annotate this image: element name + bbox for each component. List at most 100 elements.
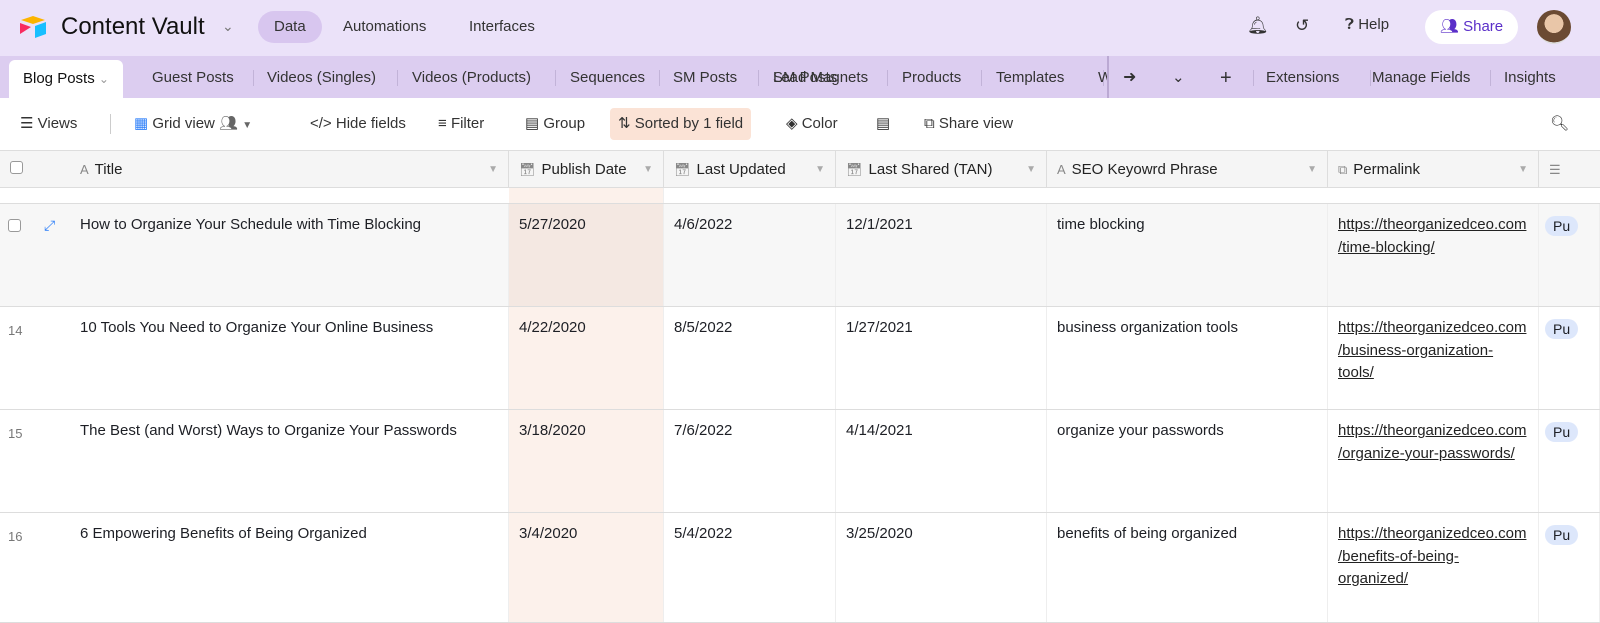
cell-title[interactable]: How to Organize Your Schedule with Time … <box>70 204 509 306</box>
help-label: Help <box>1358 16 1390 33</box>
cell-shared[interactable]: 1/27/2021 <box>836 307 1047 409</box>
table-row[interactable]: 16 6 Empowering Benefits of Being Organiz… <box>0 513 1600 623</box>
column-header-title[interactable]: A Title ▼ <box>70 150 509 188</box>
cell-updated[interactable]: 7/6/2022 <box>664 410 836 512</box>
nav-data[interactable]: Data <box>258 11 322 43</box>
grid-view-button[interactable]: ▦ Grid view 👥︎ ▼ <box>126 108 260 140</box>
cell-title[interactable]: 6 Empowering Benefits of Being Organized <box>70 513 509 622</box>
people-icon: 👥︎ <box>1439 18 1459 35</box>
column-header-permalink[interactable]: ⧉ Permalink ▼ <box>1328 150 1539 188</box>
scroll-right-icon[interactable]: ➜ <box>1123 56 1136 98</box>
insights-button[interactable]: Insights <box>1504 56 1556 98</box>
history-icon[interactable]: ↺ <box>1295 16 1309 36</box>
cell-seo[interactable]: benefits of being organized <box>1047 513 1328 622</box>
select-field-icon: ☰ <box>1549 162 1561 177</box>
permalink-link[interactable]: https://theorganizedceo.com/business-org… <box>1338 319 1526 381</box>
base-title[interactable]: Content Vault <box>61 13 205 41</box>
share-view-button[interactable]: ⧉ Share view <box>916 108 1021 140</box>
filter-button[interactable]: ≡ Filter <box>430 108 492 140</box>
cell-permalink[interactable]: https://theorganizedceo.com/organize-you… <box>1328 410 1539 512</box>
table-row[interactable]: ⤢ How to Organize Your Schedule with Time… <box>0 204 1600 307</box>
chevron-down-icon[interactable]: ⌄ <box>222 18 234 35</box>
cell-publish[interactable]: 3/18/2020 <box>509 410 664 512</box>
tab-sm-posts[interactable]: SM Posts <box>673 56 737 98</box>
cell-shared[interactable]: 12/1/2021 <box>836 204 1047 306</box>
permalink-link[interactable]: https://theorganizedceo.com/benefits-of-… <box>1338 525 1526 587</box>
cell-status[interactable]: Pu <box>1539 307 1600 409</box>
permalink-link[interactable]: https://theorganizedceo.com/time-blockin… <box>1338 216 1526 256</box>
chevron-down-icon[interactable]: ⌄ <box>1172 56 1185 98</box>
extensions-button[interactable]: Extensions <box>1266 56 1339 98</box>
share-label: Share <box>1463 18 1504 35</box>
tab-blog-posts[interactable]: Blog Posts ⌄ <box>9 60 123 98</box>
views-button[interactable]: ☰ Views <box>12 108 85 140</box>
column-header-last-shared[interactable]: 📅︎ Last Shared (TAN) ▼ <box>836 150 1047 188</box>
column-header-seo[interactable]: A SEO Keyowrd Phrase ▼ <box>1047 150 1328 188</box>
tab-templates[interactable]: Templates <box>996 56 1064 98</box>
cell-num[interactable]: 15 <box>0 410 70 512</box>
group-button[interactable]: ▤ Group <box>517 108 593 140</box>
cell-updated[interactable]: 4/6/2022 <box>664 204 836 306</box>
permalink-link[interactable]: https://theorganizedceo.com/organize-you… <box>1338 422 1526 462</box>
expand-icon[interactable]: ⤢ <box>44 214 55 237</box>
cell-permalink[interactable]: https://theorganizedceo.com/benefits-of-… <box>1328 513 1539 622</box>
tab-sequences[interactable]: Sequences <box>570 56 645 98</box>
menu-icon: ☰ <box>20 115 34 132</box>
hide-fields-button[interactable]: </> Hide fields <box>302 108 414 140</box>
cell-permalink[interactable]: https://theorganizedceo.com/business-org… <box>1328 307 1539 409</box>
table-row[interactable]: 14 10 Tools You Need to Organize Your Onl… <box>0 307 1600 410</box>
tab-videos-products[interactable]: Videos (Products) <box>412 56 531 98</box>
cell-publish[interactable]: 3/4/2020 <box>509 513 664 622</box>
color-button[interactable]: ◈ Color <box>778 108 846 140</box>
cell-num[interactable]: 14 <box>0 307 70 409</box>
cell-publish[interactable]: 4/22/2020 <box>509 307 664 409</box>
status-pill: Pu <box>1545 319 1579 339</box>
sort-button[interactable]: ⇅ Sorted by 1 field <box>610 108 752 140</box>
cell-shared[interactable]: 4/14/2021 <box>836 410 1047 512</box>
manage-fields-button[interactable]: Manage Fields <box>1372 56 1470 98</box>
nav-automations[interactable]: Automations <box>327 11 442 43</box>
row-height-button[interactable]: ▤ <box>868 108 898 140</box>
search-icon[interactable]: 🔍︎ <box>1542 108 1577 140</box>
select-all-header[interactable] <box>0 150 70 188</box>
cell-status[interactable]: Pu <box>1539 410 1600 512</box>
cell-status[interactable]: Pu <box>1539 204 1600 306</box>
table-tabs: Blog Posts ⌄ Guest Posts Videos (Singles… <box>0 56 1600 98</box>
cell-status[interactable]: Pu <box>1539 513 1600 622</box>
cell-shared[interactable]: 3/25/2020 <box>836 513 1047 622</box>
tab-products[interactable]: Products <box>902 56 961 98</box>
cell-seo[interactable]: organize your passwords <box>1047 410 1328 512</box>
bell-icon[interactable]: 🔔︎ <box>1247 16 1269 36</box>
select-all-checkbox[interactable] <box>10 161 23 174</box>
tab-guest-posts[interactable]: Guest Posts <box>152 56 234 98</box>
cell-title[interactable]: 10 Tools You Need to Organize Your Onlin… <box>70 307 509 409</box>
share-button[interactable]: 👥︎ Share <box>1425 10 1518 44</box>
avatar[interactable] <box>1537 10 1571 44</box>
help-button[interactable]: ❓︎ Help <box>1345 16 1389 33</box>
column-header-publish-date[interactable]: 📅︎ Publish Date ▼ <box>509 150 664 188</box>
people-icon: 👥︎ <box>219 115 239 132</box>
link-icon: ⧉ <box>1338 162 1348 177</box>
cell-updated[interactable]: 8/5/2022 <box>664 307 836 409</box>
cell-seo[interactable]: business organization tools <box>1047 307 1328 409</box>
cell-num[interactable]: 16 <box>0 513 70 622</box>
status-pill: Pu <box>1545 216 1579 236</box>
column-header-last-updated[interactable]: 📅︎ Last Updated ▼ <box>664 150 836 188</box>
sort-icon: ⇅ <box>618 115 631 132</box>
cell-updated[interactable]: 5/4/2022 <box>664 513 836 622</box>
cell-num[interactable]: ⤢ <box>0 204 70 306</box>
cell-title[interactable]: The Best (and Worst) Ways to Organize Yo… <box>70 410 509 512</box>
calendar-icon: 📅︎ <box>674 162 691 177</box>
column-header-status[interactable]: ☰ <box>1539 150 1600 188</box>
calendar-icon: 📅︎ <box>846 162 863 177</box>
cell-seo[interactable]: time blocking <box>1047 204 1328 306</box>
row-checkbox[interactable] <box>8 219 21 232</box>
tab-videos-singles[interactable]: Videos (Singles) <box>267 56 376 98</box>
add-table-icon[interactable]: + <box>1220 56 1232 98</box>
external-link-icon: ⧉ <box>924 115 935 132</box>
cell-permalink[interactable]: https://theorganizedceo.com/time-blockin… <box>1328 204 1539 306</box>
nav-interfaces[interactable]: Interfaces <box>453 11 551 43</box>
tab-lead-magnets[interactable]: Lead Magnets <box>773 56 868 98</box>
table-row[interactable]: 15 The Best (and Worst) Ways to Organize … <box>0 410 1600 513</box>
cell-publish[interactable]: 5/27/2020 <box>509 204 664 306</box>
